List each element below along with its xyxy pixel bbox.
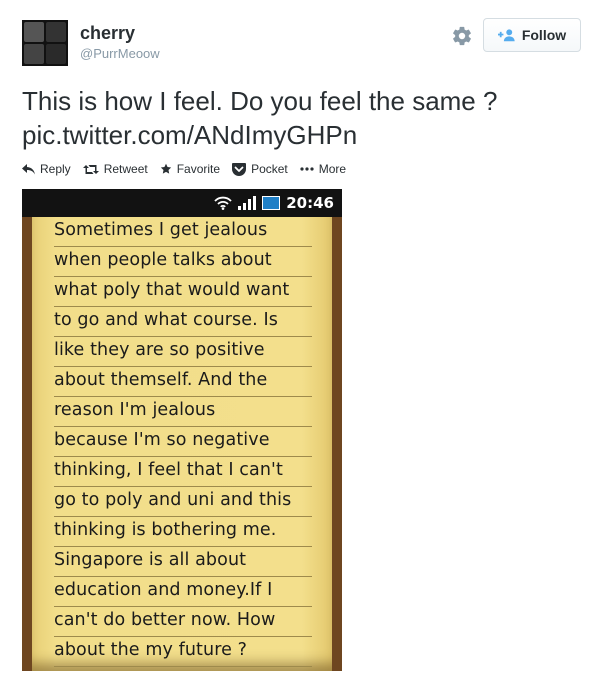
note-line: thinking is bothering me. [54,517,312,547]
note-line: go to poly and uni and this [54,487,312,517]
retweet-icon [82,164,99,174]
avatar-tile [24,44,44,64]
note-line: can't do better now. How [54,607,312,637]
user-name[interactable]: cherry [80,23,135,44]
note-text: Sometimes I get jealous when people talk… [54,217,312,667]
note-paper: Sometimes I get jealous when people talk… [32,217,332,671]
star-icon [160,163,171,174]
favorite-button[interactable]: Favorite [160,162,220,176]
gear-icon[interactable] [451,25,473,47]
avatar-tile [24,22,44,42]
note-line: reason I'm jealous [54,397,312,427]
user-handle[interactable]: @PurrMeoow [80,46,160,61]
note-line: about themself. And the [54,367,312,397]
follow-label: Follow [521,27,567,43]
favorite-label: Favorite [176,162,221,176]
avatar-tile [46,22,66,42]
note-line: to go and what course. Is [54,307,312,337]
retweet-button[interactable]: Retweet [82,162,148,176]
follow-button[interactable]: Follow [483,18,581,52]
wifi-icon [214,196,232,210]
pocket-button[interactable]: Pocket [232,162,288,176]
avatar[interactable] [22,20,68,66]
status-time: 20:46 [286,194,334,212]
pocket-icon [232,162,247,176]
note-line: Singapore is all about [54,547,312,577]
note-line: about the my future ? [54,637,312,667]
note-line: Sometimes I get jealous [54,217,312,247]
note-line: when people talks about [54,247,312,277]
add-user-icon [497,29,515,42]
more-dots-icon [300,167,314,171]
tweet-media-link[interactable]: pic.twitter.com/ANdImyGHPn [22,118,572,152]
signal-icon [238,196,257,210]
battery-icon [262,196,281,210]
note-line: education and money.If I [54,577,312,607]
tweet-text-line: This is how I feel. Do you feel the same… [22,86,498,116]
tweet-actions: Reply Retweet Favorite Pocket More [22,162,358,176]
tweet-text: This is how I feel. Do you feel the same… [22,84,572,152]
reply-icon [22,163,35,174]
tweet-photo[interactable]: 20:46 Sometimes I get jealous when peopl… [22,189,342,671]
more-button[interactable]: More [300,162,346,176]
pocket-label: Pocket [251,162,288,176]
reply-button[interactable]: Reply [22,162,71,176]
more-label: More [318,162,347,176]
reply-label: Reply [40,162,71,176]
note-line: what poly that would want [54,277,312,307]
phone-status-bar: 20:46 [22,189,342,217]
note-line: thinking, I feel that I can't [54,457,312,487]
retweet-label: Retweet [103,162,148,176]
note-line: because I'm so negative [54,427,312,457]
avatar-tile [46,44,66,64]
note-line: like they are so positive [54,337,312,367]
